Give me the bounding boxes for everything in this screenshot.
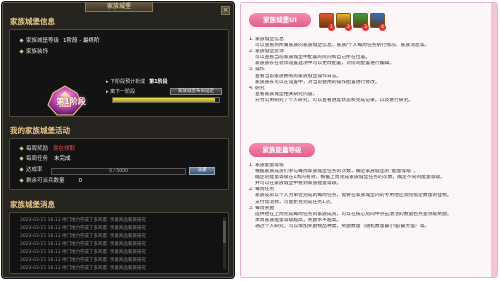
badge-3: 3	[362, 24, 369, 31]
next-stage-label: 下阶段预计析成	[110, 79, 146, 85]
message-item: 2023-03-15 16:13 地门地力完成了多邦度: 亲爱商品家族研究	[20, 250, 146, 255]
current-stage-label: 离下一阶段	[110, 89, 136, 95]
activity-section-title: 我的家族城堡活动	[10, 126, 70, 135]
achievement-progress-bar: 0 / 5000	[51, 168, 186, 175]
achievement-progress-text: 0 / 5000	[109, 169, 128, 174]
castle-level-value: 1阶段 - 最终阶	[63, 38, 100, 44]
info-box: 家族城堡等级 1阶段 - 最终阶 家族装饰 第1阶段 ▸ 下阶段预计析成 第1阶段 …	[9, 29, 229, 117]
stage-progress-fill	[113, 98, 215, 102]
achievement-label: 达成率	[26, 167, 43, 173]
badge-4: 4	[379, 24, 386, 31]
message-item: 2023-03-15 16:13 地门地力完成了多邦度: 亲爱商品家族研究	[20, 226, 146, 231]
badge-2: 2	[345, 24, 352, 31]
stage-label: 第1阶段	[56, 97, 86, 106]
ui-help-text: 1. 家族城堡信息 可以查看到所属家族的家族城堡信息、家族/个人每周任务执行情况…	[249, 37, 487, 104]
message-item: 2023-03-15 16:13 地门地力完成了多邦度: 亲爱商品家族研究	[20, 234, 146, 239]
info-section-title: 家族城堡信息	[10, 17, 55, 26]
bullet-icon	[19, 38, 24, 43]
weekly-reward-label: 每周奖励	[26, 146, 49, 152]
message-item: 2023-03-15 16:13 地门地力完成了多邦度: 亲爱商品家族研究	[20, 218, 146, 223]
current-stage-row: ▸ 离下一阶段	[106, 88, 135, 95]
decor-strip	[491, 3, 497, 277]
next-stage-row: ▸ 下阶段预计析成 第1阶段	[106, 78, 168, 85]
help-line: 分为公用研究 / 个人研究，可以查看进度状态和完成记录，以及进行研究。	[255, 97, 414, 103]
rank-section-header: 家族能量等级	[249, 143, 315, 157]
bullet-icon	[19, 146, 24, 151]
weekly-task-value: 未完成	[54, 156, 71, 162]
decor-label: 家族装饰	[26, 49, 49, 55]
remaining-value: 0	[78, 178, 83, 184]
castle-level-row: 家族城堡等级 1阶段 - 最终阶	[19, 36, 100, 44]
weekly-task-row: 每周任务 未完成	[19, 154, 71, 162]
bullet-icon	[19, 178, 24, 183]
activity-box: 每周奖励 现在领取 每周任务 未完成 达成率 剩余可派兵数量 0	[9, 138, 229, 190]
badge-1: 1	[328, 24, 335, 31]
message-item: 2023-03-15 16:13 地门地力完成了多邦度: 亲爱商品家族研究	[20, 266, 146, 271]
weekly-reward-link[interactable]: 现在领取	[53, 146, 75, 152]
achievement-row: 达成率	[19, 165, 43, 173]
rank-help-text: 1. 家族能量等级 根据家族成员们参与每周家族城堡任务的次数，确定家族城堡的“能…	[249, 163, 487, 230]
castle-level-label: 家族城堡等级	[26, 38, 60, 44]
bullet-icon	[19, 167, 24, 172]
layout-config-button[interactable]: 家族城堡布局设定	[170, 88, 222, 95]
bullet-icon	[19, 156, 24, 161]
message-item: 2023-03-15 16:13 地门地力完成了多邦度: 亲爱商品家族研究	[20, 242, 146, 247]
scrollbar-thumb[interactable]	[223, 221, 226, 243]
dispatch-button[interactable]: 派遣	[189, 167, 215, 175]
weekly-task-label: 每周任务	[26, 156, 49, 162]
help-line: 通过个人研究，可以增加奖励物品种类、奖励数量（随机数量最小值/最大值）等。	[255, 223, 430, 229]
ui-section-header: 家族城堡UI	[249, 13, 311, 27]
decor-row: 家族装饰	[19, 47, 49, 55]
messages-section-title: 家族城堡消息	[10, 200, 55, 209]
remaining-row: 剩余可派兵数量 0	[19, 176, 83, 184]
messages-box: 2023-03-15 16:13 地门地力完成了多邦度: 亲爱商品家族研究 20…	[9, 212, 229, 274]
castle-window: 家族城堡 × 家族城堡信息 家族城堡等级 1阶段 - 最终阶 家族装饰 第1阶段 …	[2, 2, 234, 278]
remaining-label: 剩余可派兵数量	[26, 178, 65, 184]
help-line: 家族成员以个人为单位完成的每周任务，需要在家族城堡内的专用地区调完指定数量的怪物…	[255, 193, 452, 199]
weekly-reward-row: 每周奖励 现在领取	[19, 144, 75, 152]
next-stage-value: 第1阶段	[149, 79, 168, 85]
close-icon[interactable]: ×	[221, 6, 230, 15]
window-title: 家族城堡	[85, 2, 153, 12]
stage-progress-bar	[112, 97, 220, 103]
message-item: 2023-03-15 16:13 地门地力完成了多邦度: 亲爱商品家族研究	[20, 258, 146, 263]
help-panel: 家族城堡UI 1 2 3 4 1. 家族城堡信息 可以查看到所属家族的家族城堡信…	[240, 2, 498, 278]
messages-scrollbar[interactable]	[223, 217, 226, 269]
bullet-icon	[19, 49, 24, 54]
help-line: 提供给在上周完成每周任务的家族成员，可以在核心房间中点击激活的数量右点查领取奖励…	[255, 211, 452, 217]
